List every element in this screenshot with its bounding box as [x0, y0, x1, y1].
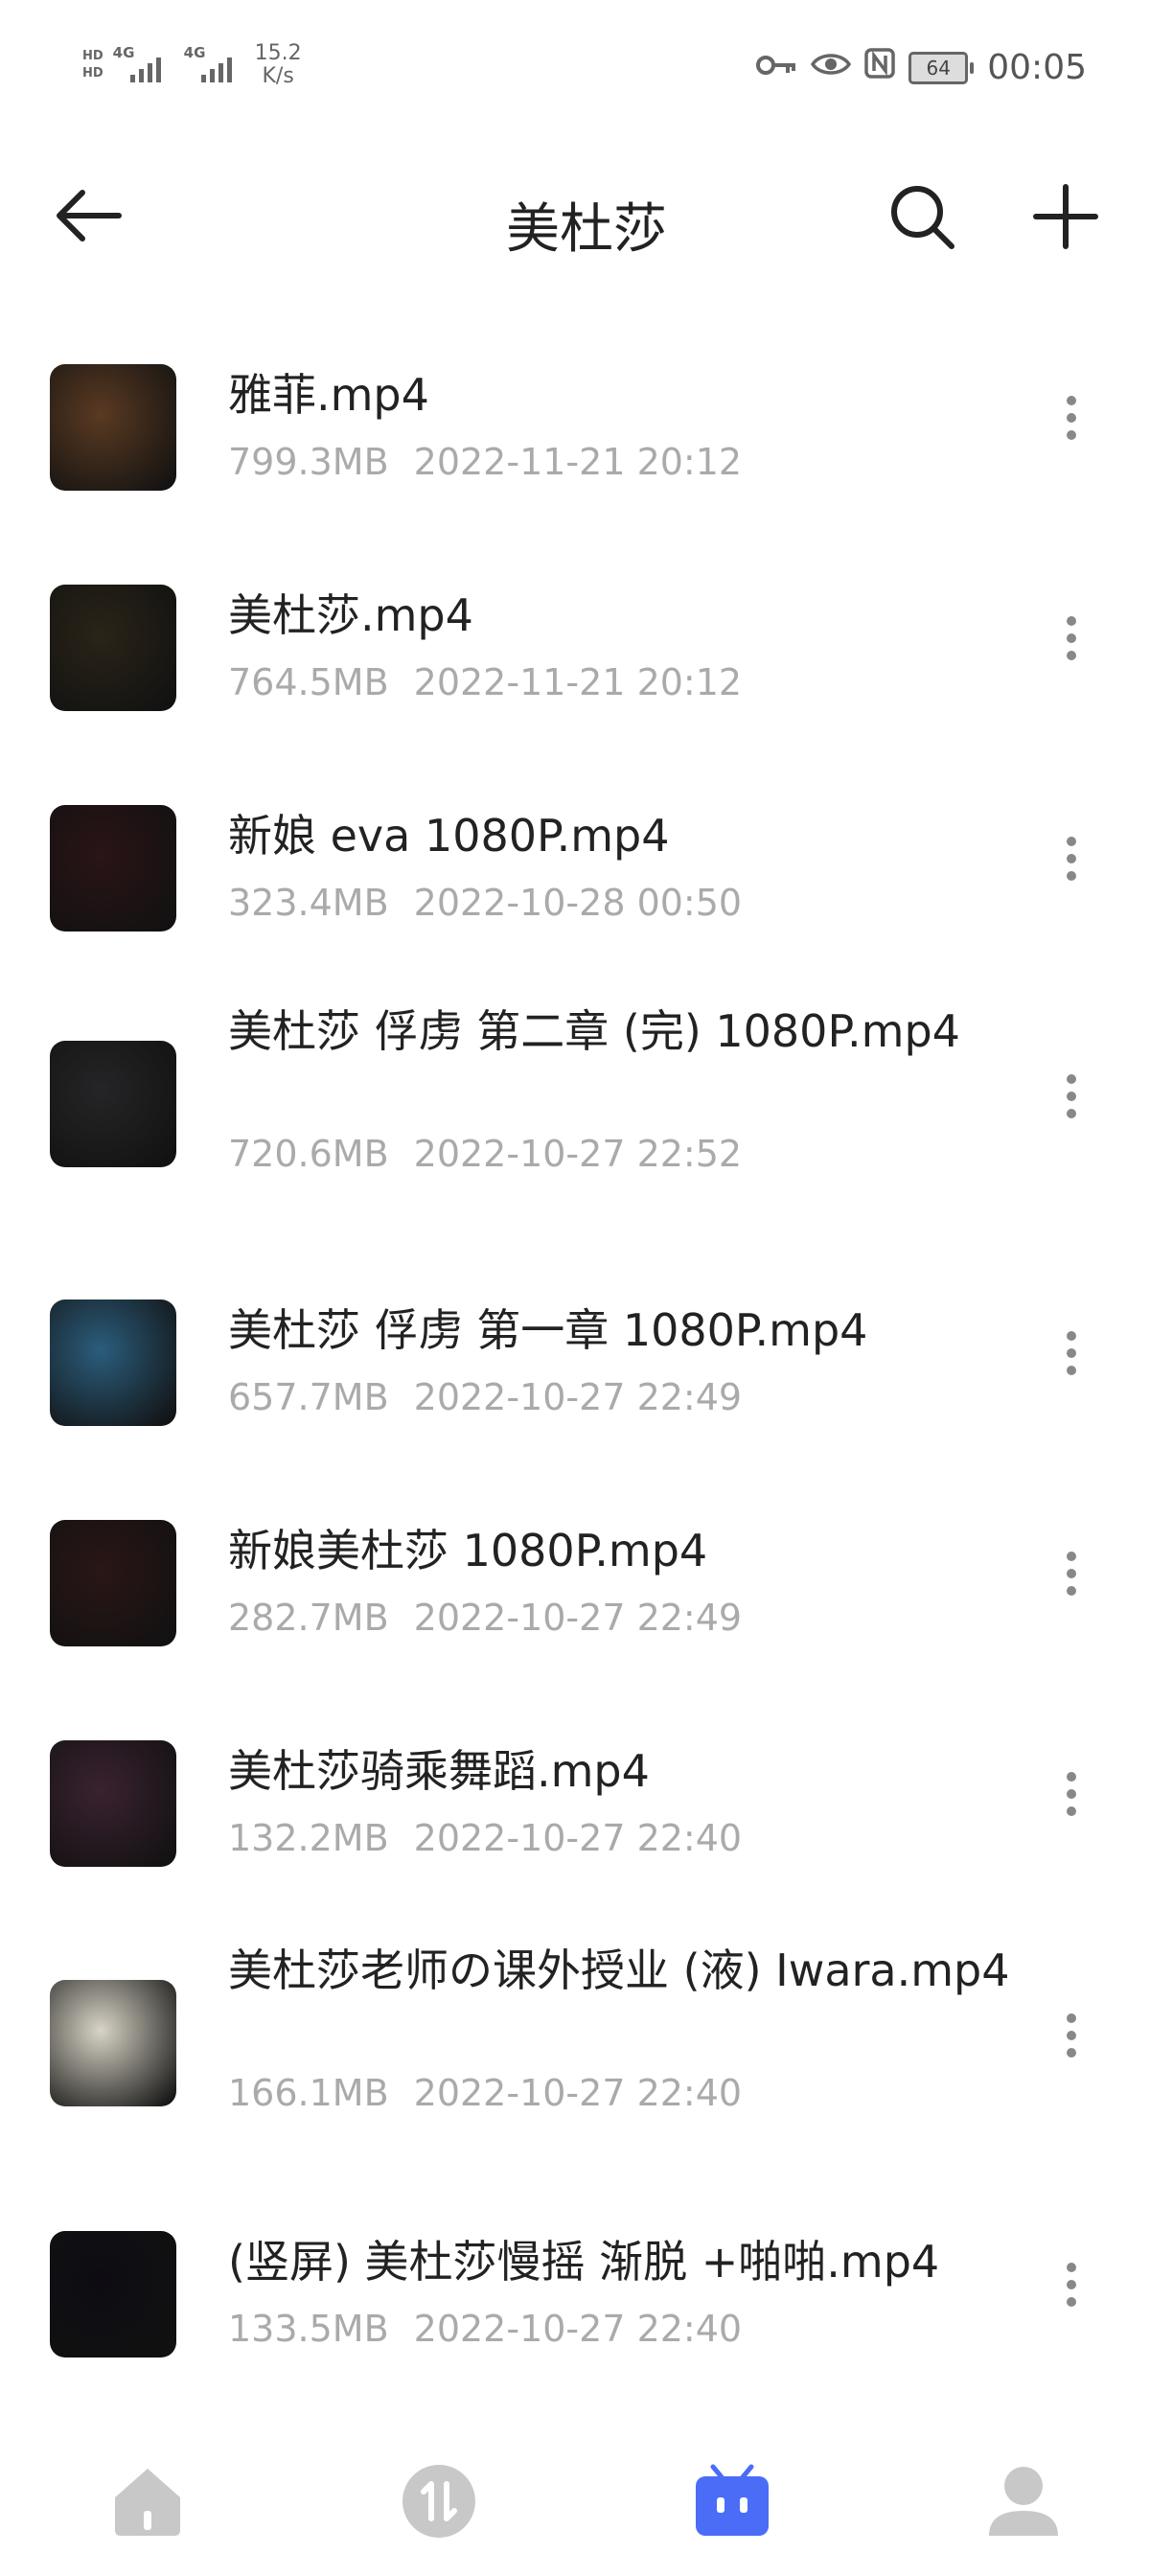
plus-icon: [1033, 184, 1098, 249]
home-icon: [115, 2469, 180, 2536]
file-meta: 720.6MB 2022-10-27 22:52: [228, 1133, 742, 1175]
video-thumbnail: [50, 1520, 176, 1646]
file-row[interactable]: 新娘美杜莎 1080P.mp4 282.7MB 2022-10-27 22:49: [0, 1501, 1173, 1654]
file-row[interactable]: 新娘 eva 1080P.mp4 323.4MB 2022-10-28 00:50: [0, 782, 1173, 935]
more-options-button[interactable]: [1052, 1058, 1091, 1135]
more-options-button[interactable]: [1052, 380, 1091, 456]
file-row[interactable]: 美杜莎.mp4 764.5MB 2022-11-21 20:12: [0, 562, 1173, 715]
file-size: 166.1MB: [228, 2072, 389, 2114]
video-thumbnail: [50, 805, 176, 932]
file-row[interactable]: (竖屏) 美杜莎慢摇 渐脱 +啪啪.mp4 133.5MB 2022-10-27 …: [0, 2220, 1173, 2373]
nav-files[interactable]: [686, 2455, 778, 2547]
file-meta: 133.5MB 2022-10-27 22:40: [228, 2308, 742, 2350]
file-date: 2022-11-21 20:12: [413, 661, 743, 703]
file-name: 美杜莎 俘虏 第二章 (完) 1080P.mp4: [228, 1005, 960, 1057]
file-size: 132.2MB: [228, 1817, 389, 1859]
more-options-button[interactable]: [1052, 2246, 1091, 2323]
file-row[interactable]: 美杜莎 俘虏 第一章 1080P.mp4 657.7MB 2022-10-27 2…: [0, 1280, 1173, 1434]
more-options-button[interactable]: [1052, 1997, 1091, 2074]
file-name: 新娘 eva 1080P.mp4: [228, 810, 670, 862]
nav-profile[interactable]: [978, 2455, 1070, 2547]
status-left: HD HD 4G 4G 15.2 K/s: [82, 42, 302, 88]
file-name: 美杜莎骑乘舞蹈.mp4: [228, 1745, 650, 1797]
video-thumbnail: [50, 1740, 176, 1867]
file-size: 799.3MB: [228, 441, 389, 483]
file-date: 2022-10-27 22:49: [413, 1597, 743, 1639]
file-meta: 166.1MB 2022-10-27 22:40: [228, 2072, 742, 2114]
file-meta: 764.5MB 2022-11-21 20:12: [228, 661, 742, 703]
nfc-icon: [864, 48, 895, 87]
file-meta: 799.3MB 2022-11-21 20:12: [228, 441, 742, 483]
file-meta: 132.2MB 2022-10-27 22:40: [228, 1817, 742, 1859]
file-size: 323.4MB: [228, 882, 389, 924]
transfer-icon: [402, 2465, 475, 2538]
hd-icon: HD HD: [82, 49, 104, 80]
battery-level: 64: [926, 56, 951, 80]
video-thumbnail: [50, 1980, 176, 2106]
signal-icon: 4G: [113, 44, 174, 86]
file-name: 美杜莎 俘虏 第一章 1080P.mp4: [228, 1304, 868, 1356]
video-thumbnail: [50, 1300, 176, 1426]
file-row[interactable]: 雅菲.mp4 799.3MB 2022-11-21 20:12: [0, 341, 1173, 494]
file-name: 新娘美杜莎 1080P.mp4: [228, 1525, 708, 1576]
search-icon: [891, 186, 954, 249]
key-icon: [755, 48, 797, 87]
file-date: 2022-10-27 22:49: [413, 1376, 743, 1418]
more-options-button[interactable]: [1052, 820, 1091, 897]
file-date: 2022-10-28 00:50: [413, 882, 743, 924]
video-thumbnail: [50, 2231, 176, 2358]
file-row[interactable]: 美杜莎骑乘舞蹈.mp4 132.2MB 2022-10-27 22:40: [0, 1721, 1173, 1874]
file-meta: 323.4MB 2022-10-28 00:50: [228, 882, 742, 924]
more-options-button[interactable]: [1052, 1315, 1091, 1392]
file-date: 2022-10-27 22:40: [413, 2072, 743, 2114]
file-meta: 282.7MB 2022-10-27 22:49: [228, 1597, 742, 1639]
clock: 00:05: [987, 48, 1087, 87]
file-size: 720.6MB: [228, 1133, 389, 1175]
bottom-nav: [0, 2434, 1173, 2576]
file-size: 282.7MB: [228, 1597, 389, 1639]
network-speed: 15.2 K/s: [255, 42, 302, 88]
more-options-button[interactable]: [1052, 1756, 1091, 1832]
file-name: (竖屏) 美杜莎慢摇 渐脱 +啪啪.mp4: [228, 2236, 940, 2288]
eye-icon: [811, 48, 852, 87]
more-options-button[interactable]: [1052, 1535, 1091, 1612]
file-date: 2022-10-27 22:40: [413, 1817, 743, 1859]
file-name: 雅菲.mp4: [228, 369, 429, 421]
nav-home[interactable]: [102, 2455, 194, 2547]
file-meta: 657.7MB 2022-10-27 22:49: [228, 1376, 742, 1418]
search-button[interactable]: [884, 178, 960, 255]
status-right: 64 00:05: [755, 48, 1087, 87]
file-date: 2022-10-27 22:40: [413, 2308, 743, 2350]
video-thumbnail: [50, 364, 176, 491]
file-name: 美杜莎.mp4: [228, 589, 473, 641]
signal-icon: 4G: [184, 44, 245, 86]
file-row[interactable]: 美杜莎 俘虏 第二章 (完) 1080P.mp4 720.6MB 2022-10-…: [0, 1002, 1173, 1194]
nav-transfer[interactable]: [393, 2455, 485, 2547]
status-bar: HD HD 4G 4G 15.2 K/s 64 00:05: [0, 0, 1173, 134]
network-speed-value: 15.2: [254, 41, 302, 65]
profile-icon: [989, 2467, 1058, 2536]
network-speed-unit: K/s: [262, 64, 294, 88]
top-bar: 美杜莎: [0, 153, 1173, 278]
more-options-button[interactable]: [1052, 600, 1091, 677]
file-size: 764.5MB: [228, 661, 389, 703]
file-row[interactable]: 美杜莎老师の课外授业 (液) Iwara.mp4 166.1MB 2022-10-…: [0, 1942, 1173, 2133]
battery-icon: 64: [908, 51, 975, 84]
file-date: 2022-10-27 22:52: [413, 1133, 743, 1175]
page-title: 美杜莎: [506, 198, 667, 261]
video-thumbnail: [50, 585, 176, 711]
video-thumbnail: [50, 1041, 176, 1167]
file-size: 133.5MB: [228, 2308, 389, 2350]
file-name: 美杜莎老师の课外授业 (液) Iwara.mp4: [228, 1944, 1010, 1996]
file-date: 2022-11-21 20:12: [413, 441, 743, 483]
file-size: 657.7MB: [228, 1376, 389, 1418]
files-icon: [696, 2464, 769, 2536]
add-button[interactable]: [1027, 178, 1104, 255]
